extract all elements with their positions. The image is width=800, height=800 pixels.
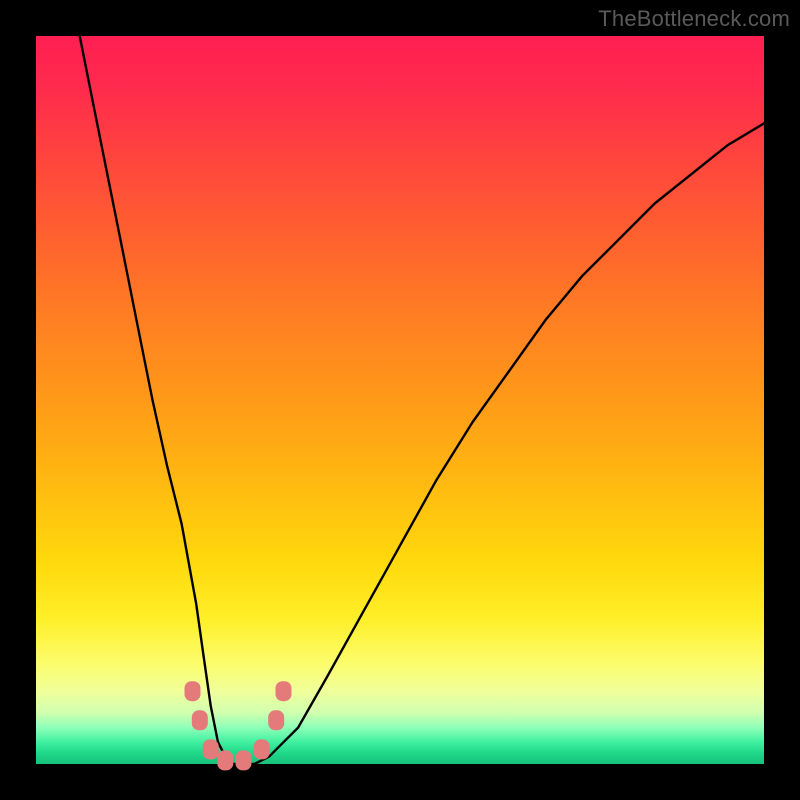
- curve-marker: [276, 681, 292, 701]
- curve-marker: [192, 710, 208, 730]
- curve-marker: [185, 681, 201, 701]
- curve-marker: [217, 750, 233, 770]
- curve-marker: [268, 710, 284, 730]
- plot-area: [36, 36, 764, 764]
- watermark-text: TheBottleneck.com: [598, 6, 790, 32]
- curve-marker: [254, 739, 270, 759]
- marker-group: [185, 681, 292, 770]
- curve-marker: [236, 750, 252, 770]
- bottleneck-curve: [80, 36, 764, 764]
- curve-svg: [36, 36, 764, 764]
- chart-frame: TheBottleneck.com: [0, 0, 800, 800]
- curve-marker: [203, 739, 219, 759]
